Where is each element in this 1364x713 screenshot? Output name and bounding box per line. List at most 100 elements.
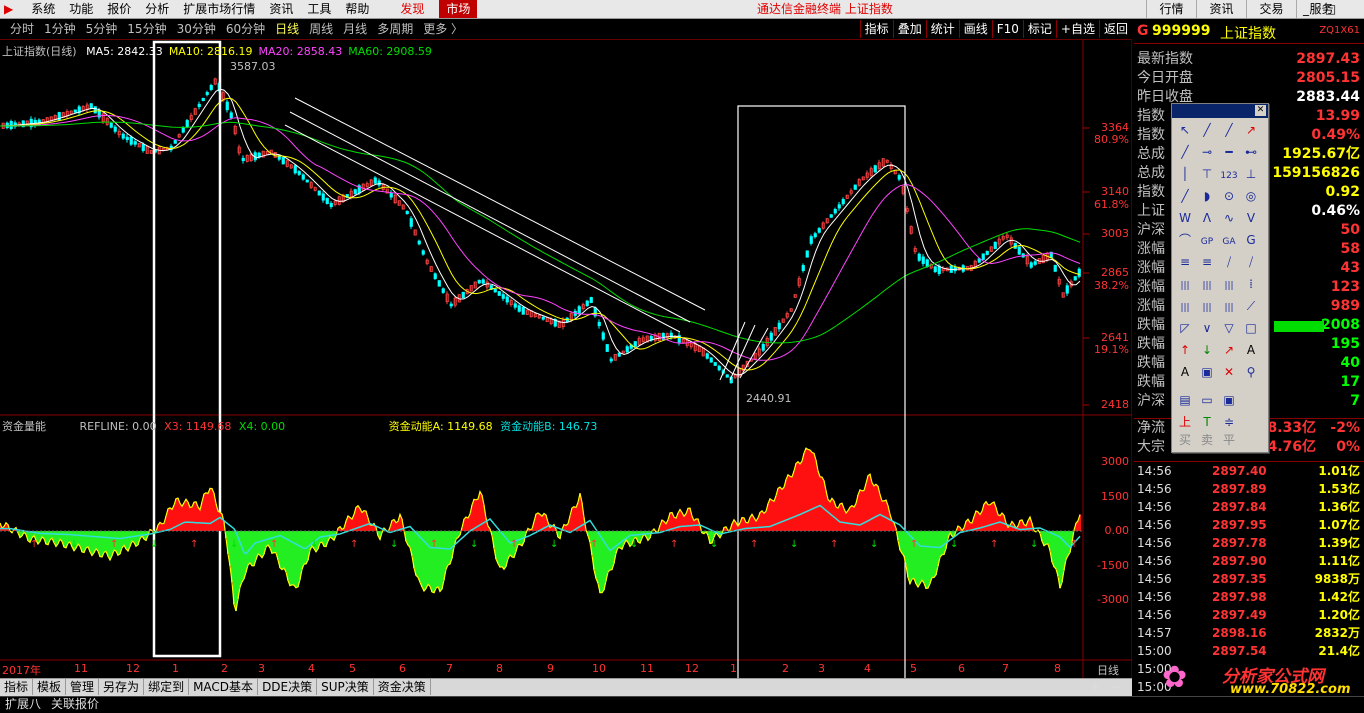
bottom-tab[interactable]: 指标: [0, 679, 34, 695]
draw-tool-icon[interactable]: ⊥: [1240, 164, 1262, 184]
draw-tool-icon[interactable]: ᐱ: [1196, 208, 1218, 228]
draw-tool-icon[interactable]: ⁞: [1240, 274, 1262, 294]
draw-tool-icon[interactable]: ╱: [1218, 120, 1240, 140]
draw-tool-icon[interactable]: ▽: [1218, 318, 1240, 338]
sell-label[interactable]: 卖: [1196, 430, 1218, 450]
draw-tool-icon[interactable]: [1240, 406, 1262, 426]
bottom-tab[interactable]: 绑定到: [144, 679, 190, 695]
draw-tool-icon[interactable]: ≑: [1218, 412, 1240, 432]
period-tab[interactable]: 1分钟: [39, 19, 81, 39]
draw-tool-icon[interactable]: A: [1174, 362, 1196, 382]
menu-item[interactable]: 工具: [300, 0, 338, 18]
status-item[interactable]: 关联报价: [46, 697, 104, 712]
toolbox-titlebar[interactable]: ✕: [1172, 104, 1268, 118]
draw-tool-icon[interactable]: ⧸: [1218, 252, 1240, 272]
draw-tool-icon[interactable]: ╱: [1196, 120, 1218, 140]
period-tab[interactable]: 日线: [270, 19, 304, 39]
draw-tool-icon[interactable]: ⊙: [1218, 186, 1240, 206]
draw-tool-icon[interactable]: ∨: [1196, 318, 1218, 338]
bottom-tab[interactable]: DDE决策: [258, 679, 318, 695]
top-right-button[interactable]: 资讯: [1196, 0, 1246, 18]
draw-tool-icon[interactable]: ≡: [1174, 252, 1196, 272]
draw-tool-icon[interactable]: W: [1174, 208, 1196, 228]
draw-tool-icon[interactable]: ⧸: [1240, 252, 1262, 272]
draw-tool-icon[interactable]: ↗: [1240, 120, 1262, 140]
rise-arrow[interactable]: [719, 321, 746, 381]
draw-tool-icon[interactable]: GP: [1196, 232, 1218, 252]
period-tab[interactable]: 5分钟: [81, 19, 123, 39]
draw-tool-icon[interactable]: ⊸: [1196, 142, 1218, 162]
draw-tool-icon[interactable]: G: [1240, 230, 1262, 250]
buy-label[interactable]: 买: [1174, 430, 1196, 450]
draw-tool-icon[interactable]: ⊤: [1196, 164, 1218, 184]
draw-tool-icon[interactable]: ◗: [1196, 186, 1218, 206]
menu-item[interactable]: 扩展市场行情: [176, 0, 262, 18]
chart-tool-button[interactable]: +自选: [1055, 20, 1099, 38]
draw-tool-icon[interactable]: A: [1240, 340, 1262, 360]
draw-tool-icon[interactable]: ∿: [1218, 208, 1240, 228]
draw-tool-icon[interactable]: □: [1240, 318, 1262, 338]
period-tab[interactable]: 15分钟: [122, 19, 171, 39]
menu-item[interactable]: 系统: [24, 0, 62, 18]
bottom-tab[interactable]: MACD基本: [189, 679, 259, 695]
draw-tool-icon[interactable]: ▣: [1196, 362, 1218, 382]
draw-tool-icon[interactable]: |||: [1174, 276, 1196, 296]
draw-tool-icon[interactable]: |||: [1196, 298, 1218, 318]
zoom-controls[interactable]: + −: [1090, 680, 1122, 694]
bottom-tab[interactable]: 模板: [33, 679, 67, 695]
main-chart[interactable]: ↑ ↓ ↑ ↓ ↑ ↓ ↑ ↓ ↑ ↓ ↑ ↓ ↑ ↓ ↑ ↓ ↑ ↓ ↑ ↓ ↑ ↓ ↑ ↓ ↑ ↓ ↑: [0, 40, 1132, 678]
menu-discover[interactable]: 发现: [393, 0, 431, 18]
trend-line[interactable]: [294, 97, 706, 311]
menu-item[interactable]: 帮助: [338, 0, 376, 18]
draw-tool-icon[interactable]: ⊷: [1240, 142, 1262, 162]
chart-tool-button[interactable]: 叠加: [892, 20, 926, 38]
period-tab[interactable]: 月线: [338, 19, 372, 39]
menu-item[interactable]: 分析: [138, 0, 176, 18]
draw-tool-icon[interactable]: ≡: [1196, 252, 1218, 272]
draw-tool-icon[interactable]: ◎: [1240, 186, 1262, 206]
draw-tool-icon[interactable]: T: [1196, 412, 1218, 432]
trend-line[interactable]: [284, 124, 681, 333]
draw-tool-icon[interactable]: ╱: [1174, 186, 1196, 206]
menu-market[interactable]: 市场: [439, 0, 478, 18]
top-right-button[interactable]: 行情: [1146, 0, 1196, 18]
draw-tool-icon[interactable]: |||: [1174, 298, 1196, 318]
draw-tool-icon[interactable]: ↗: [1218, 340, 1240, 360]
rise-arrow[interactable]: [739, 327, 769, 379]
draw-tool-icon[interactable]: │: [1174, 164, 1196, 184]
draw-tool-icon[interactable]: ↓: [1196, 340, 1218, 360]
bottom-tab[interactable]: SUP决策: [317, 679, 374, 695]
period-tab[interactable]: 更多 〉: [418, 19, 468, 39]
period-tab[interactable]: 多周期: [372, 19, 418, 39]
chart-tool-button[interactable]: 统计: [925, 20, 959, 38]
draw-tool-icon[interactable]: |||: [1196, 276, 1218, 296]
chart-tool-button[interactable]: 指标: [859, 20, 893, 38]
bottom-tab[interactable]: 管理: [66, 679, 100, 695]
period-tab[interactable]: 周线: [304, 19, 338, 39]
draw-tool-icon[interactable]: ◸: [1174, 318, 1196, 338]
period-tab[interactable]: 分时: [5, 19, 39, 39]
draw-tool-icon[interactable]: GA: [1218, 232, 1240, 252]
menu-item[interactable]: 功能: [62, 0, 100, 18]
chart-tool-button[interactable]: F10: [991, 20, 1023, 38]
close-icon[interactable]: ✕: [1255, 105, 1266, 116]
period-tab[interactable]: 30分钟: [172, 19, 221, 39]
draw-tool-icon[interactable]: ↖: [1174, 120, 1196, 140]
bottom-tab[interactable]: 资金决策: [374, 679, 431, 695]
flat-label[interactable]: 平: [1218, 430, 1240, 450]
status-item[interactable]: 扩展八: [0, 697, 46, 712]
draw-tool-icon[interactable]: ᐯ: [1240, 208, 1262, 228]
draw-tool-icon[interactable]: ╱: [1174, 142, 1196, 162]
draw-tool-icon[interactable]: ↑: [1174, 340, 1196, 360]
top-right-button[interactable]: 交易: [1246, 0, 1296, 18]
menu-item[interactable]: 资讯: [262, 0, 300, 18]
period-tab[interactable]: 60分钟: [221, 19, 270, 39]
trend-line[interactable]: [289, 111, 691, 323]
draw-tool-icon[interactable]: 123: [1218, 166, 1240, 186]
menu-item[interactable]: 报价: [100, 0, 138, 18]
draw-tool-icon[interactable]: |||: [1218, 298, 1240, 318]
draw-tool-icon[interactable]: ⌒: [1174, 230, 1196, 250]
draw-tool-icon[interactable]: [1240, 384, 1262, 404]
draw-tool-icon[interactable]: 上: [1174, 412, 1196, 432]
chart-tool-button[interactable]: 画线: [958, 20, 992, 38]
